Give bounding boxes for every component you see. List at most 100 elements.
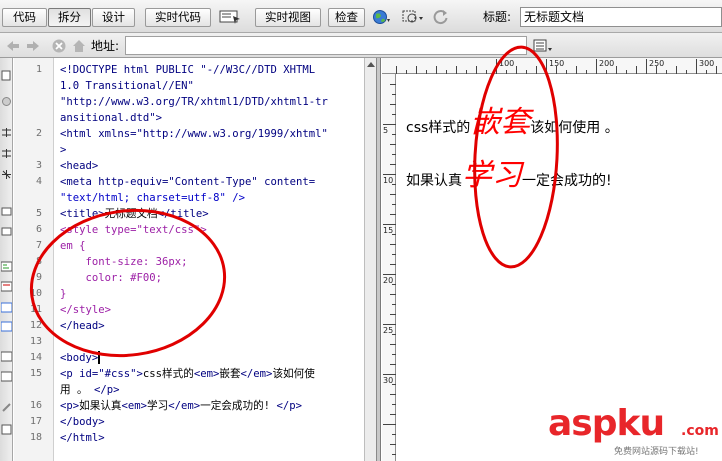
- inspect-button[interactable]: 检查: [328, 8, 365, 27]
- watermark-subtitle: 免费网站源码下载站!: [614, 447, 699, 457]
- line-number: 17: [29, 416, 42, 427]
- select-parent-tag-icon[interactable]: [1, 206, 12, 217]
- code-line: 用 。 </p>: [60, 382, 119, 398]
- live-code-button[interactable]: 实时代码: [145, 8, 211, 27]
- design-view-button[interactable]: 设计: [92, 8, 135, 27]
- code-token: 一定会成功的!: [200, 400, 277, 412]
- logo-text: .com: [681, 423, 719, 439]
- ruler-label: 20: [383, 276, 394, 285]
- code-line: <meta http-equiv="Content-Type" content=: [60, 176, 316, 188]
- code-token: css样式的: [142, 368, 194, 380]
- ruler-label: 30: [383, 376, 394, 385]
- line-number: 1: [35, 64, 42, 75]
- line-numbers-icon[interactable]: [1, 261, 12, 272]
- live-view-button[interactable]: 实时视图: [255, 8, 321, 27]
- line-number: 16: [29, 400, 42, 411]
- remove-comment-icon[interactable]: [1, 351, 12, 362]
- code-line: </head>: [60, 320, 105, 332]
- wrap-tag-icon[interactable]: [1, 371, 12, 382]
- line-number: 18: [29, 432, 42, 443]
- code-line: <head>: [60, 160, 99, 172]
- line-number: 7: [35, 240, 42, 251]
- visual-aids-icon[interactable]: [402, 9, 424, 25]
- text-cursor: [98, 351, 100, 364]
- globe-preview-icon[interactable]: [373, 9, 391, 25]
- syntax-error-alerts-icon[interactable]: [1, 302, 12, 313]
- code-token: <title>: [60, 208, 105, 220]
- line-number: 2: [35, 128, 42, 139]
- emphasis-text: 学习: [462, 158, 522, 193]
- code-token: 嵌套: [219, 368, 241, 380]
- line-number: 8: [35, 256, 42, 267]
- line-number: 15: [29, 368, 42, 379]
- logo-text: ku: [616, 403, 666, 444]
- recent-snippets-icon[interactable]: [1, 402, 12, 413]
- code-line: 1.0 Transitional//EN": [60, 80, 194, 92]
- open-documents-icon[interactable]: [1, 70, 12, 81]
- rendered-paragraph-2[interactable]: 如果认真学习一定会成功的!: [406, 161, 612, 196]
- code-token: </em>: [168, 400, 201, 412]
- scroll-up-arrow-icon[interactable]: [367, 62, 375, 67]
- inspect-mode-icon[interactable]: [219, 9, 241, 25]
- code-line: <title>无标题文档</title>: [60, 206, 209, 222]
- ruler-label: 25: [383, 326, 394, 335]
- ruler-label: 150: [549, 59, 565, 68]
- code-line: <!DOCTYPE html PUBLIC "-//W3C//DTD XHTML: [60, 64, 316, 76]
- stop-icon[interactable]: [51, 38, 67, 54]
- code-token: <em>: [193, 368, 220, 380]
- code-line: <html xmlns="http://www.w3.org/1999/xhtm…: [60, 128, 328, 140]
- address-input[interactable]: [125, 36, 527, 55]
- code-line: "text/html; charset=utf-8" />: [60, 192, 245, 204]
- split-view-divider[interactable]: [377, 58, 381, 461]
- code-scrollbar[interactable]: [364, 58, 377, 461]
- document-title-input[interactable]: 无标题文档: [520, 7, 722, 27]
- code-token: 该如何使: [272, 368, 315, 380]
- balance-braces-icon[interactable]: [1, 226, 12, 237]
- ruler-label: 200: [599, 59, 615, 68]
- rendered-paragraph-1[interactable]: css样式的嵌套该如何使用 。: [406, 108, 619, 140]
- code-token: <p id="#css">: [60, 368, 143, 380]
- code-token: <em>: [121, 400, 148, 412]
- options-menu-icon[interactable]: [533, 38, 553, 54]
- code-token: 学习: [147, 400, 169, 412]
- indent-code-icon[interactable]: [1, 424, 12, 435]
- emphasis-text: 嵌套: [470, 105, 531, 140]
- line-number: 6: [35, 224, 42, 235]
- code-token: 无标题文档: [104, 208, 158, 220]
- collapse-full-tag-icon[interactable]: [1, 127, 12, 138]
- code-token: </em>: [240, 368, 273, 380]
- code-line: em {: [60, 240, 86, 252]
- paragraph-text: 该如何使用 。: [530, 120, 619, 136]
- watermark-logo: aspku: [548, 403, 666, 444]
- document-toolbar: 代码 拆分 设计 实时代码 实时视图 检查 标题: 无标题文档: [0, 0, 722, 33]
- expand-all-icon[interactable]: [1, 169, 12, 180]
- split-view-button[interactable]: 拆分: [48, 8, 91, 27]
- logo-text: asp: [548, 403, 617, 444]
- ruler-label: 100: [499, 59, 515, 68]
- code-line: ansitional.dtd">: [60, 112, 163, 124]
- refresh-icon[interactable]: [432, 9, 450, 25]
- collapse-selection-icon[interactable]: [1, 148, 12, 159]
- code-line: <p>如果认真<em>学习</em>一定会成功的! </p>: [60, 398, 302, 414]
- forward-arrow-icon[interactable]: [25, 38, 41, 54]
- show-code-navigator-icon[interactable]: [1, 96, 12, 107]
- line-number: 14: [29, 352, 42, 363]
- code-line: </body>: [60, 416, 105, 428]
- code-line: <p id="#css">css样式的<em>嵌套</em>该如何使: [60, 366, 315, 382]
- line-number: 4: [35, 176, 42, 187]
- line-number: 11: [29, 304, 42, 315]
- apply-comment-icon[interactable]: [1, 321, 12, 332]
- code-token: </title>: [157, 208, 209, 220]
- code-line: "http://www.w3.org/TR/xhtml1/DTD/xhtml1-…: [60, 96, 328, 108]
- horizontal-ruler: 100 150 200 250 300: [382, 58, 722, 74]
- ruler-label: 250: [649, 59, 665, 68]
- line-number: 10: [29, 288, 42, 299]
- code-line: </style>: [60, 304, 112, 316]
- back-arrow-icon[interactable]: [5, 38, 21, 54]
- code-line: >: [60, 144, 67, 156]
- home-icon[interactable]: [71, 38, 87, 54]
- code-view-button[interactable]: 代码: [2, 8, 47, 27]
- code-line: </html>: [60, 432, 105, 444]
- highlight-invalid-code-icon[interactable]: [1, 281, 12, 292]
- ruler-label: 15: [383, 226, 394, 235]
